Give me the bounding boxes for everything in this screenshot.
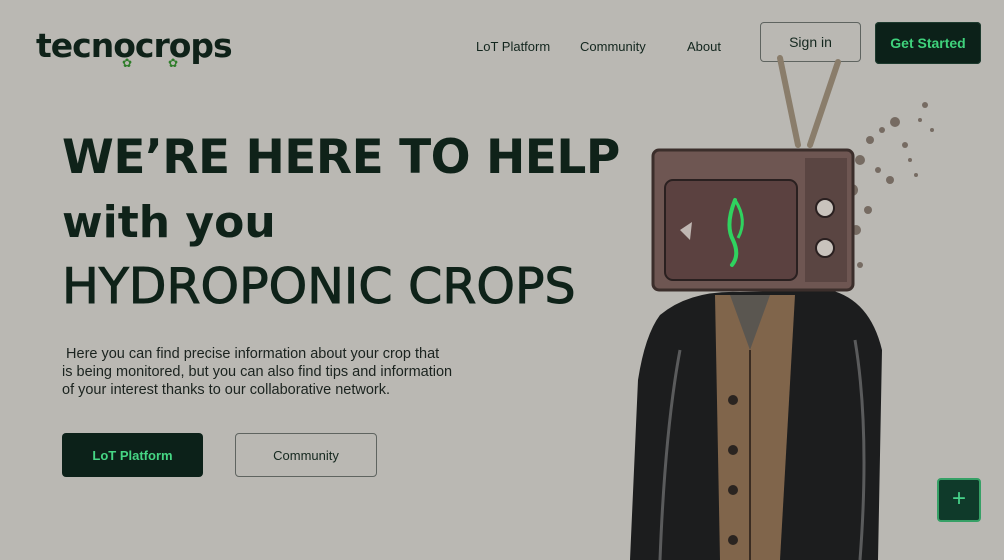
hero-description-line: is being monitored, but you can also fin… xyxy=(62,364,453,380)
hero-heading-line-1: WE’RE HERE TO HELP xyxy=(62,130,620,185)
hero-description-line: Here you can find precise information ab… xyxy=(62,346,440,362)
nav-item-lot-platform[interactable]: LoT Platform xyxy=(476,39,550,54)
hero-heading-line-2: with you xyxy=(62,197,276,248)
hero-description: Here you can find precise information ab… xyxy=(62,345,502,399)
plus-fab-button[interactable]: + xyxy=(937,478,981,522)
community-button[interactable]: Community xyxy=(235,433,377,477)
tv-head-illustration xyxy=(630,55,934,560)
hero-description-line: of your interest thanks to our collabora… xyxy=(62,382,391,398)
leaf-icon: ✿ xyxy=(168,56,178,70)
hero-heading-line-3: HYDROPONIC CROPS xyxy=(62,258,577,316)
brand-name: tecnocrops xyxy=(36,26,233,65)
plus-icon: + xyxy=(951,485,966,512)
brand-logo[interactable]: tecnocrops ✿ ✿ xyxy=(36,26,233,70)
leaf-icon: ✿ xyxy=(122,56,132,70)
lot-platform-button[interactable]: LoT Platform xyxy=(62,433,203,477)
